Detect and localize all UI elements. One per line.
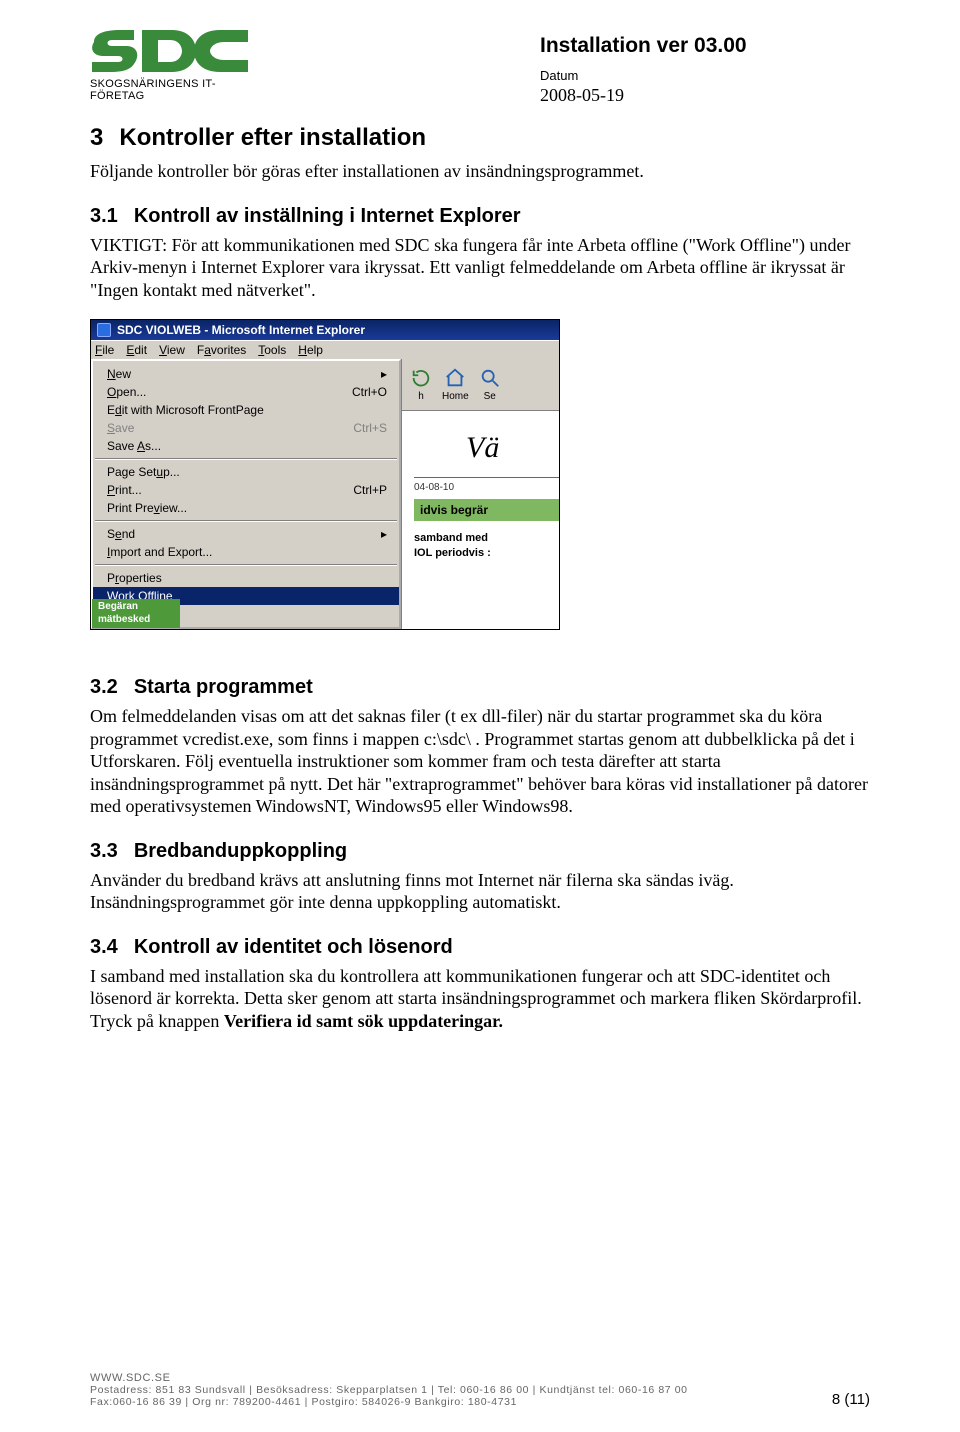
heading-text: Kontroll av identitet och lösenord: [134, 936, 453, 959]
sdc-logo: [90, 28, 250, 76]
page-number: 8 (11): [832, 1391, 870, 1408]
heading-num: 3.1: [90, 205, 118, 228]
menu-separator: [95, 458, 397, 460]
search-icon: [479, 367, 501, 389]
tool-label: h: [418, 391, 424, 402]
ie-icon: [97, 323, 111, 337]
refresh-icon: [410, 367, 432, 389]
heading-text: Kontroll av inställning i Internet Explo…: [134, 205, 521, 228]
heading-num: 3.2: [90, 676, 118, 699]
tool-label: Se: [484, 391, 496, 402]
footer-line-1: Postadress: 851 83 Sundsvall | Besöksadr…: [90, 1384, 870, 1396]
heading-num: 3.3: [90, 840, 118, 863]
menu-help[interactable]: Help: [298, 343, 323, 357]
heading-3-3: 3.3 Bredbanduppkoppling: [90, 840, 870, 863]
content-line: samband med: [402, 531, 559, 546]
heading-3-4: 3.4 Kontroll av identitet och lösenord: [90, 936, 870, 959]
home-icon: [444, 367, 466, 389]
paragraph-span-bold: Verifiera id samt sök uppdateringar.: [224, 1011, 503, 1031]
date-value: 2008-05-19: [540, 85, 747, 106]
ie-right-pane: h Home Se Vä 04-08-10 idvis begrär: [401, 359, 559, 629]
menu-item-new[interactable]: New▸: [93, 365, 399, 383]
menu-separator: [95, 564, 397, 566]
menu-item-properties[interactable]: Properties: [93, 569, 399, 587]
header-title-block: Installation ver 03.00 Datum 2008-05-19: [540, 28, 747, 106]
footer-line-2: Fax:060-16 86 39 | Org nr: 789200-4461 |…: [90, 1396, 870, 1408]
file-dropdown: New▸ Open...Ctrl+O Edit with Microsoft F…: [91, 359, 401, 629]
menu-separator: [95, 520, 397, 522]
heading-text: Kontroller efter installation: [119, 124, 426, 152]
content-line: IOL periodvis :: [402, 546, 559, 561]
heading-3-1: 3.1 Kontroll av inställning i Internet E…: [90, 205, 870, 228]
tab-line: mätbesked: [98, 614, 150, 625]
date-label: Datum: [540, 68, 747, 83]
content-heading-fragment: Vä: [402, 411, 559, 471]
document-header: SKOGSNÄRINGENS IT-FÖRETAG Installation v…: [90, 28, 870, 106]
paragraph-3-3: Använder du bredband krävs att anslutnin…: [90, 869, 870, 914]
menu-item-import-export[interactable]: Import and Export...: [93, 543, 399, 561]
menu-item-open[interactable]: Open...Ctrl+O: [93, 383, 399, 401]
logo-tagline: SKOGSNÄRINGENS IT-FÖRETAG: [90, 78, 270, 102]
ie-toolbar: h Home Se: [402, 359, 559, 411]
footer: WWW.SDC.SE Postadress: 851 83 Sundsvall …: [0, 1372, 960, 1408]
tab-line: Begäran: [98, 601, 138, 612]
ie-menubar: File Edit View Favorites Tools Help: [91, 340, 559, 359]
paragraph-3-intro: Följande kontroller bör göras efter inst…: [90, 160, 870, 183]
footer-site: WWW.SDC.SE: [90, 1372, 870, 1384]
content-banner: idvis begrär: [414, 499, 559, 521]
heading-num: 3: [90, 124, 103, 152]
content-date: 04-08-10: [402, 482, 559, 493]
menu-item-page-setup[interactable]: Page Setup...: [93, 463, 399, 481]
menu-item-send[interactable]: Send▸: [93, 525, 399, 543]
divider: [414, 477, 559, 478]
ie-content: Vä 04-08-10 idvis begrär samband med IOL…: [402, 411, 559, 629]
ie-screenshot: SDC VIOLWEB - Microsoft Internet Explore…: [90, 319, 560, 630]
paragraph-3-1: VIKTIGT: För att kommunikationen med SDC…: [90, 234, 870, 302]
menu-item-save: SaveCtrl+S: [93, 419, 399, 437]
menu-item-save-as[interactable]: Save As...: [93, 437, 399, 455]
menu-favorites[interactable]: Favorites: [197, 343, 246, 357]
menu-item-print-preview[interactable]: Print Preview...: [93, 499, 399, 517]
tool-search[interactable]: Se: [479, 367, 501, 402]
menu-item-edit-frontpage[interactable]: Edit with Microsoft FrontPage: [93, 401, 399, 419]
menu-view[interactable]: View: [159, 343, 185, 357]
heading-text: Bredbanduppkoppling: [134, 840, 347, 863]
tool-label: Home: [442, 391, 469, 402]
heading-3-2: 3.2 Starta programmet: [90, 676, 870, 699]
heading-num: 3.4: [90, 936, 118, 959]
heading-3: 3 Kontroller efter installation: [90, 124, 870, 152]
ie-window-title: SDC VIOLWEB - Microsoft Internet Explore…: [117, 323, 365, 337]
menu-file[interactable]: File: [95, 343, 114, 357]
tool-refresh[interactable]: h: [410, 367, 432, 402]
ie-titlebar: SDC VIOLWEB - Microsoft Internet Explore…: [91, 320, 559, 340]
paragraph-3-4: I samband med installation ska du kontro…: [90, 965, 870, 1033]
menu-edit[interactable]: Edit: [126, 343, 147, 357]
sidebar-green-tab: Begäran mätbesked: [92, 599, 180, 628]
heading-text: Starta programmet: [134, 676, 313, 699]
logo-block: SKOGSNÄRINGENS IT-FÖRETAG: [90, 28, 270, 102]
menu-tools[interactable]: Tools: [258, 343, 286, 357]
paragraph-3-2: Om felmeddelanden visas om att det sakna…: [90, 705, 870, 818]
doc-title: Installation ver 03.00: [540, 34, 747, 58]
menu-item-print[interactable]: Print...Ctrl+P: [93, 481, 399, 499]
tool-home[interactable]: Home: [442, 367, 469, 402]
